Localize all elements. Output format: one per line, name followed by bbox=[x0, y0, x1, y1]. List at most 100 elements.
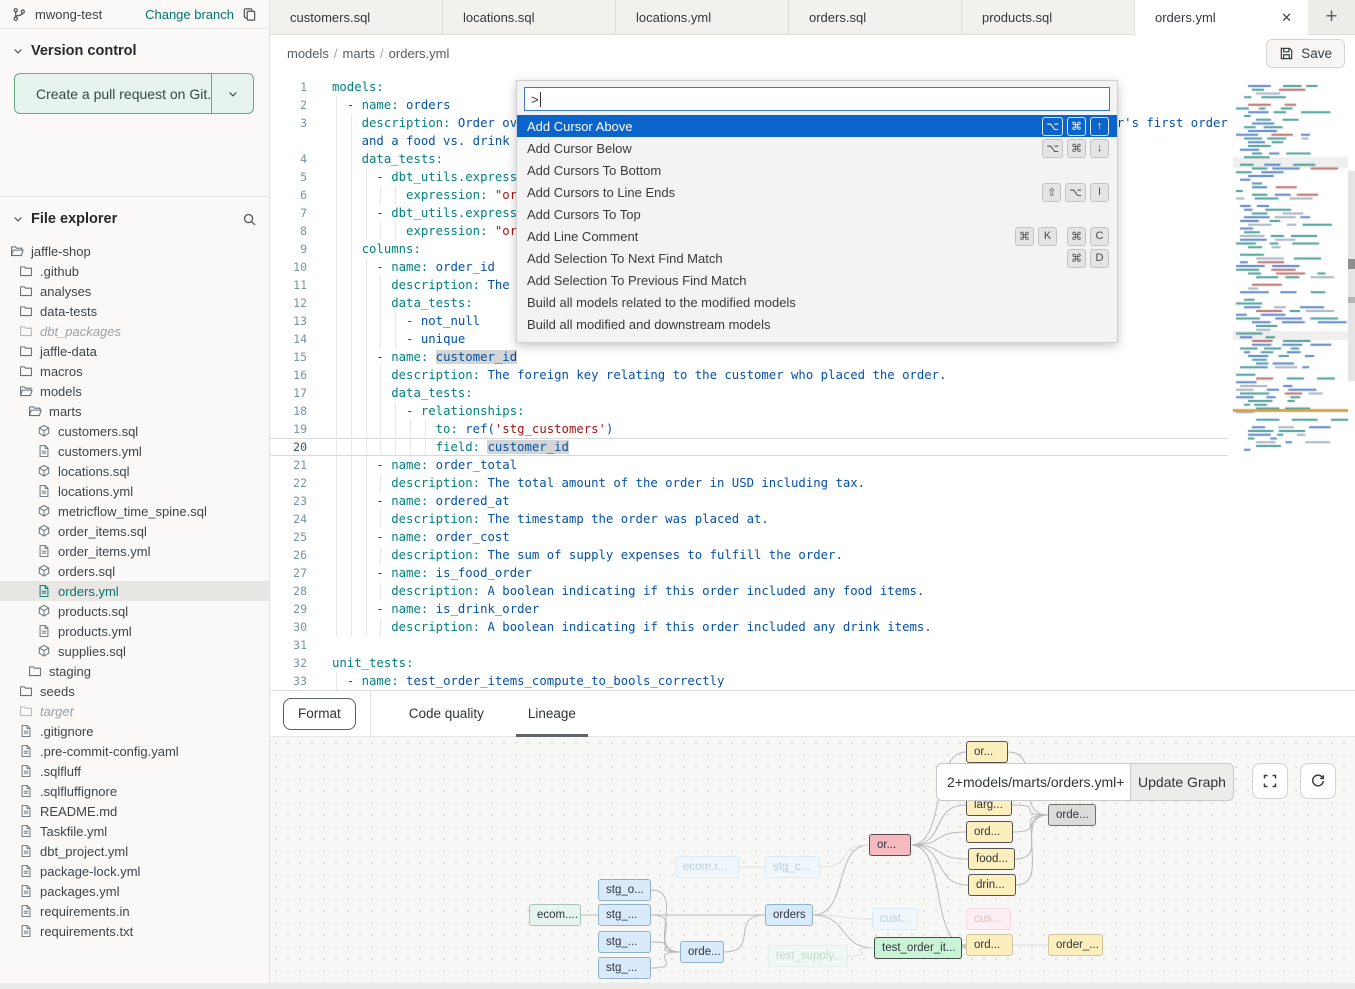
file-tree-item-marts[interactable]: marts bbox=[0, 401, 269, 421]
bottom-scrollbar-track[interactable] bbox=[0, 983, 1355, 989]
file-tree-item-.sqlfluffignore[interactable]: .sqlfluffignore bbox=[0, 781, 269, 801]
bottom-tab-code-quality[interactable]: Code quality bbox=[387, 691, 506, 737]
breadcrumb-segment[interactable]: marts bbox=[343, 46, 376, 61]
file-tree-item-customers.yml[interactable]: customers.yml bbox=[0, 441, 269, 461]
lineage-node-stg2[interactable]: stg_... bbox=[598, 904, 651, 926]
palette-item-add-selection-to-next-find-match[interactable]: Add Selection To Next Find Match⌘D bbox=[517, 247, 1117, 269]
file-tree-item-products.yml[interactable]: products.yml bbox=[0, 621, 269, 641]
refresh-button[interactable] bbox=[1300, 763, 1336, 799]
tab-orders-sql[interactable]: orders.sql bbox=[789, 0, 962, 34]
lineage-node-orpink[interactable]: or... bbox=[869, 834, 911, 856]
format-button[interactable]: Format bbox=[283, 698, 356, 730]
file-tree-item-requirements.txt[interactable]: requirements.txt bbox=[0, 921, 269, 941]
lineage-node-fcust[interactable]: cust... bbox=[872, 908, 918, 930]
palette-item-add-cursors-to-top[interactable]: Add Cursors To Top bbox=[517, 203, 1117, 225]
palette-item-add-cursor-above[interactable]: Add Cursor Above⌥⌘↑ bbox=[517, 115, 1117, 137]
lineage-node-ecom[interactable]: ecom.... bbox=[529, 904, 581, 926]
lineage-node-fstgc[interactable]: stg_c... bbox=[765, 856, 820, 878]
file-tree-item-order-items.sql[interactable]: order_items.sql bbox=[0, 521, 269, 541]
pr-dropdown-caret[interactable] bbox=[211, 74, 253, 113]
minimap[interactable] bbox=[1233, 83, 1348, 461]
lineage-node-stgo[interactable]: stg_o... bbox=[598, 879, 651, 901]
file-tree-item-target[interactable]: target bbox=[0, 701, 269, 721]
version-control-header[interactable]: Version control bbox=[0, 29, 269, 69]
file-tree-item-dbt-packages[interactable]: dbt_packages bbox=[0, 321, 269, 341]
file-tree-item-metricflow-time-spine.sql[interactable]: metricflow_time_spine.sql bbox=[0, 501, 269, 521]
file-tree-item-package-lock.yml[interactable]: package-lock.yml bbox=[0, 861, 269, 881]
palette-item-add-selection-to-previous-find-match[interactable]: Add Selection To Previous Find Match bbox=[517, 269, 1117, 291]
breadcrumb-segment[interactable]: models bbox=[287, 46, 329, 61]
file-tree-item-staging[interactable]: staging bbox=[0, 661, 269, 681]
file-tree-item-macros[interactable]: macros bbox=[0, 361, 269, 381]
lineage-node-yfood[interactable]: food... bbox=[968, 848, 1015, 870]
palette-item-add-cursors-to-bottom[interactable]: Add Cursors To Bottom bbox=[517, 159, 1117, 181]
file-tree-item-models[interactable]: models bbox=[0, 381, 269, 401]
file-tree-item-data-tests[interactable]: data-tests bbox=[0, 301, 269, 321]
tab-orders-yml[interactable]: orders.yml✕ bbox=[1135, 0, 1308, 35]
file-tree-item-.gitignore[interactable]: .gitignore bbox=[0, 721, 269, 741]
editor-scrollbar-thumb[interactable] bbox=[1348, 171, 1355, 381]
file-tree-item-.pre-commit-config.yaml[interactable]: .pre-commit-config.yaml bbox=[0, 741, 269, 761]
lineage-node-ftests[interactable]: test_supply... bbox=[768, 945, 848, 967]
file-tree-item-jaffle-shop[interactable]: jaffle-shop bbox=[0, 241, 269, 261]
lineage-filter-input[interactable]: 2+models/marts/orders.yml+ bbox=[936, 763, 1130, 801]
update-graph-button[interactable]: Update Graph bbox=[1130, 763, 1234, 801]
file-tree-item-orders.yml[interactable]: orders.yml bbox=[0, 581, 269, 601]
fullscreen-button[interactable] bbox=[1252, 763, 1288, 799]
file-tree-item-.github[interactable]: .github bbox=[0, 261, 269, 281]
file-tree-item-.sqlfluff[interactable]: .sqlfluff bbox=[0, 761, 269, 781]
lineage-canvas[interactable]: ecom....stg_o...stg_...stg_...stg_...ord… bbox=[270, 737, 1355, 989]
command-palette-input[interactable]: > bbox=[524, 87, 1110, 111]
file-tree-item-analyses[interactable]: analyses bbox=[0, 281, 269, 301]
file-tree-item-seeds[interactable]: seeds bbox=[0, 681, 269, 701]
file-tree-item-locations.yml[interactable]: locations.yml bbox=[0, 481, 269, 501]
file-explorer-header[interactable]: File explorer bbox=[0, 197, 269, 237]
new-tab-button[interactable]: + bbox=[1308, 0, 1355, 34]
lineage-node-ordei[interactable]: orde... bbox=[680, 941, 724, 963]
lineage-node-yord1[interactable]: ord... bbox=[966, 821, 1013, 843]
palette-item-add-cursor-below[interactable]: Add Cursor Below⌥⌘↓ bbox=[517, 137, 1117, 159]
save-button[interactable]: Save bbox=[1266, 39, 1345, 68]
palette-item-build-all-models-related-to-the-modified-models[interactable]: Build all models related to the modified… bbox=[517, 291, 1117, 313]
file-tree-item-readme.md[interactable]: README.md bbox=[0, 801, 269, 821]
bottom-tab-lineage[interactable]: Lineage bbox=[506, 691, 598, 737]
code-token: The timestamp the order was placed at. bbox=[480, 512, 769, 526]
lineage-node-stg4[interactable]: stg_... bbox=[598, 957, 651, 979]
lineage-node-yor[interactable]: or... bbox=[966, 741, 1008, 763]
lineage-node-grayorde[interactable]: orde... bbox=[1048, 804, 1096, 826]
palette-item-label: Add Cursors To Top bbox=[527, 207, 1109, 222]
lineage-node-fecomr[interactable]: ecom.r... bbox=[675, 856, 739, 878]
tab-customers-sql[interactable]: customers.sql bbox=[270, 0, 443, 34]
lineage-node-ydrin[interactable]: drin... bbox=[968, 874, 1016, 896]
file-tree-item-orders.sql[interactable]: orders.sql bbox=[0, 561, 269, 581]
search-icon[interactable] bbox=[242, 212, 257, 227]
file-tree-item-supplies.sql[interactable]: supplies.sql bbox=[0, 641, 269, 661]
code-line: 15 - name: customer_id bbox=[270, 348, 1228, 366]
palette-item-add-line-comment[interactable]: Add Line Comment⌘K⌘C bbox=[517, 225, 1117, 247]
file-tree-item-requirements.in[interactable]: requirements.in bbox=[0, 901, 269, 921]
file-tree-item-packages.yml[interactable]: packages.yml bbox=[0, 881, 269, 901]
lineage-node-yorder2[interactable]: order_... bbox=[1048, 934, 1103, 956]
tab-locations-sql[interactable]: locations.sql bbox=[443, 0, 616, 34]
lineage-node-orders[interactable]: orders bbox=[765, 904, 813, 926]
tab-products-sql[interactable]: products.sql bbox=[962, 0, 1135, 34]
file-tree-item-products.sql[interactable]: products.sql bbox=[0, 601, 269, 621]
file-tree-item-order-items.yml[interactable]: order_items.yml bbox=[0, 541, 269, 561]
lineage-node-stg3[interactable]: stg_... bbox=[598, 931, 651, 953]
create-pr-button[interactable]: Create a pull request on Git... bbox=[14, 73, 254, 114]
file-tree-item-dbt-project.yml[interactable]: dbt_project.yml bbox=[0, 841, 269, 861]
copy-icon[interactable] bbox=[242, 7, 257, 22]
lineage-node-testoi[interactable]: test_order_it... bbox=[874, 937, 962, 959]
tab-locations-yml[interactable]: locations.yml bbox=[616, 0, 789, 34]
file-tree-item-jaffle-data[interactable]: jaffle-data bbox=[0, 341, 269, 361]
palette-item-build-all-modified-and-downstream-models[interactable]: Build all modified and downstream models bbox=[517, 313, 1117, 335]
code-editor[interactable]: 1models:2 - name: orders3 description: O… bbox=[270, 71, 1355, 690]
lineage-node-yord2[interactable]: ord... bbox=[966, 934, 1013, 956]
lineage-node-fcus[interactable]: cus... bbox=[966, 908, 1011, 930]
file-tree-item-taskfile.yml[interactable]: Taskfile.yml bbox=[0, 821, 269, 841]
file-tree-item-customers.sql[interactable]: customers.sql bbox=[0, 421, 269, 441]
palette-item-add-cursors-to-line-ends[interactable]: Add Cursors to Line Ends⇧⌥I bbox=[517, 181, 1117, 203]
close-tab-icon[interactable]: ✕ bbox=[1279, 10, 1294, 26]
change-branch-link[interactable]: Change branch bbox=[145, 7, 234, 22]
file-tree-item-locations.sql[interactable]: locations.sql bbox=[0, 461, 269, 481]
